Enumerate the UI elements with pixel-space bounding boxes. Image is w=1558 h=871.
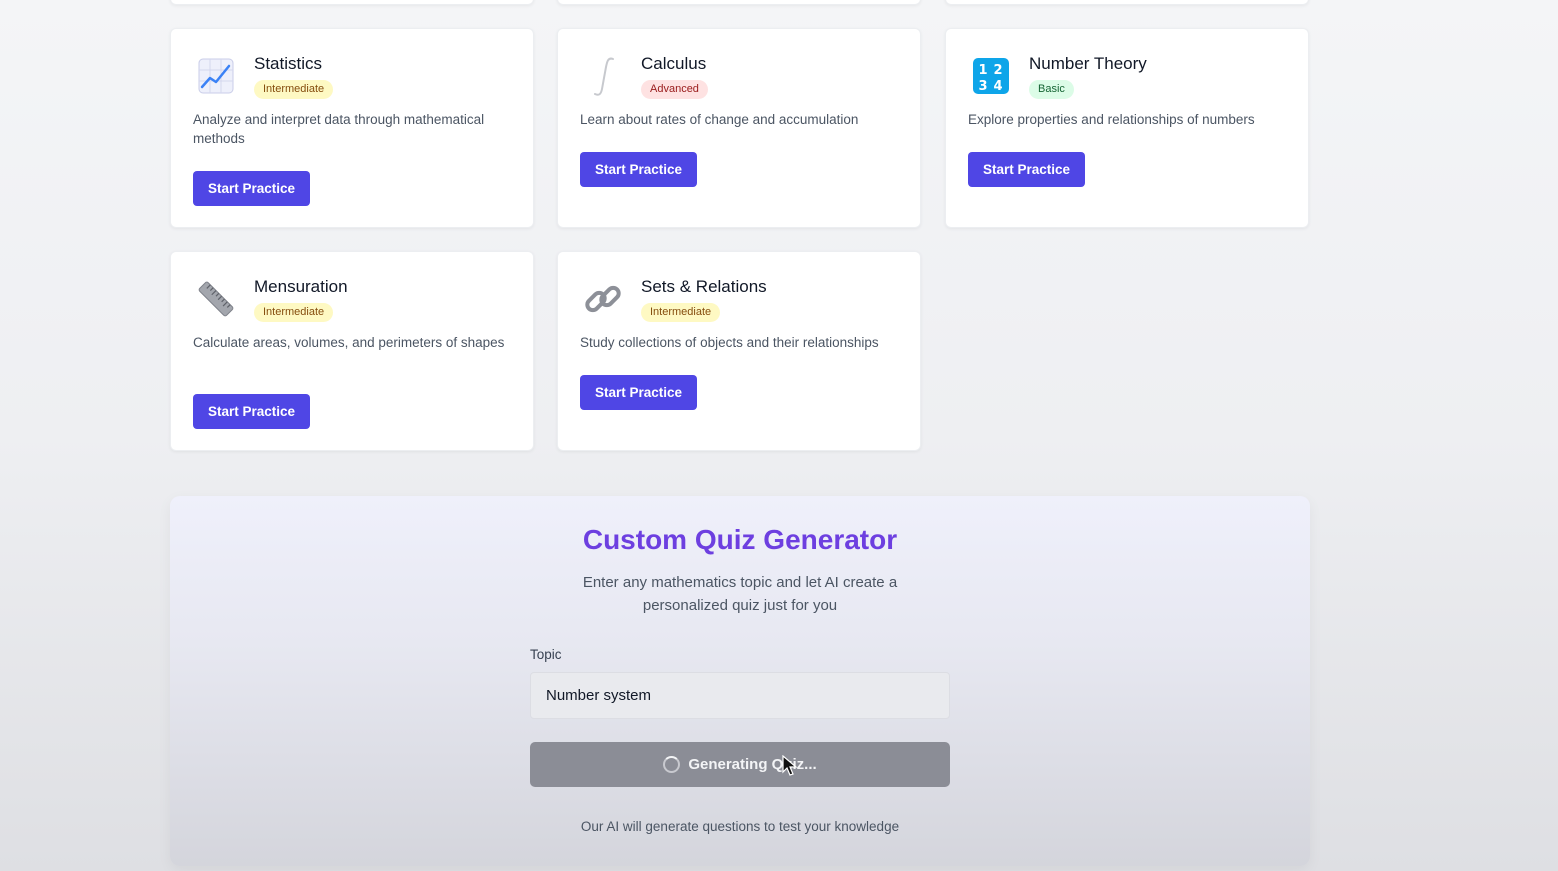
card-description: Learn about rates of change and accumula… — [580, 112, 859, 127]
difficulty-badge: Basic — [1029, 80, 1074, 99]
svg-text:1: 1 — [978, 63, 987, 78]
card-partial — [557, 0, 921, 5]
difficulty-badge: Advanced — [641, 80, 708, 99]
ruler-icon — [196, 279, 236, 319]
loading-spinner-icon — [663, 756, 681, 773]
card-title: Statistics — [254, 54, 323, 73]
start-practice-button[interactable]: Start Practice — [580, 152, 697, 187]
card-title: Number Theory — [1029, 54, 1147, 73]
card-title: Calculus — [641, 54, 707, 73]
generate-quiz-button[interactable]: Generating Quiz... — [530, 742, 950, 787]
card-partial — [170, 0, 534, 5]
topic-label: Topic — [530, 647, 562, 662]
card-description: Calculate areas, volumes, and perimeters… — [193, 335, 505, 350]
card-description: Study collections of objects and their r… — [580, 335, 879, 350]
card-description: Explore properties and relationships of … — [968, 112, 1255, 127]
topic-card-number-theory: 1 2 3 4 Number Theory Basic Explore prop… — [945, 28, 1309, 228]
topic-card-calculus: Calculus Advanced Learn about rates of c… — [557, 28, 921, 228]
start-practice-button[interactable]: Start Practice — [193, 394, 310, 429]
svg-text:4: 4 — [993, 79, 1002, 94]
card-description: Analyze and interpret data through mathe… — [193, 112, 485, 146]
topic-input[interactable] — [530, 672, 950, 719]
quiz-note: Our AI will generate questions to test y… — [580, 819, 900, 834]
svg-text:2: 2 — [993, 63, 1002, 78]
chart-increasing-icon — [196, 56, 236, 96]
quiz-subtitle: Enter any mathematics topic and let AI c… — [582, 574, 898, 614]
link-icon — [583, 279, 623, 319]
quiz-title: Custom Quiz Generator — [582, 524, 898, 555]
start-practice-button[interactable]: Start Practice — [968, 152, 1085, 187]
integral-icon — [583, 56, 623, 96]
mouse-cursor-icon — [782, 754, 798, 777]
card-partial — [945, 0, 1309, 5]
card-title: Mensuration — [254, 277, 348, 296]
topic-card-statistics: Statistics Intermediate Analyze and inte… — [170, 28, 534, 228]
numbers-1234-icon: 1 2 3 4 — [971, 56, 1011, 96]
topic-card-sets-relations: Sets & Relations Intermediate Study coll… — [557, 251, 921, 451]
custom-quiz-generator-panel: Custom Quiz Generator Enter any mathemat… — [170, 496, 1310, 866]
svg-text:3: 3 — [978, 79, 987, 94]
topic-card-mensuration: Mensuration Intermediate Calculate areas… — [170, 251, 534, 451]
difficulty-badge: Intermediate — [254, 80, 334, 99]
difficulty-badge: Intermediate — [254, 303, 334, 322]
difficulty-badge: Intermediate — [641, 303, 721, 322]
start-practice-button[interactable]: Start Practice — [580, 375, 697, 410]
start-practice-button[interactable]: Start Practice — [193, 171, 310, 206]
card-title: Sets & Relations — [641, 277, 767, 296]
